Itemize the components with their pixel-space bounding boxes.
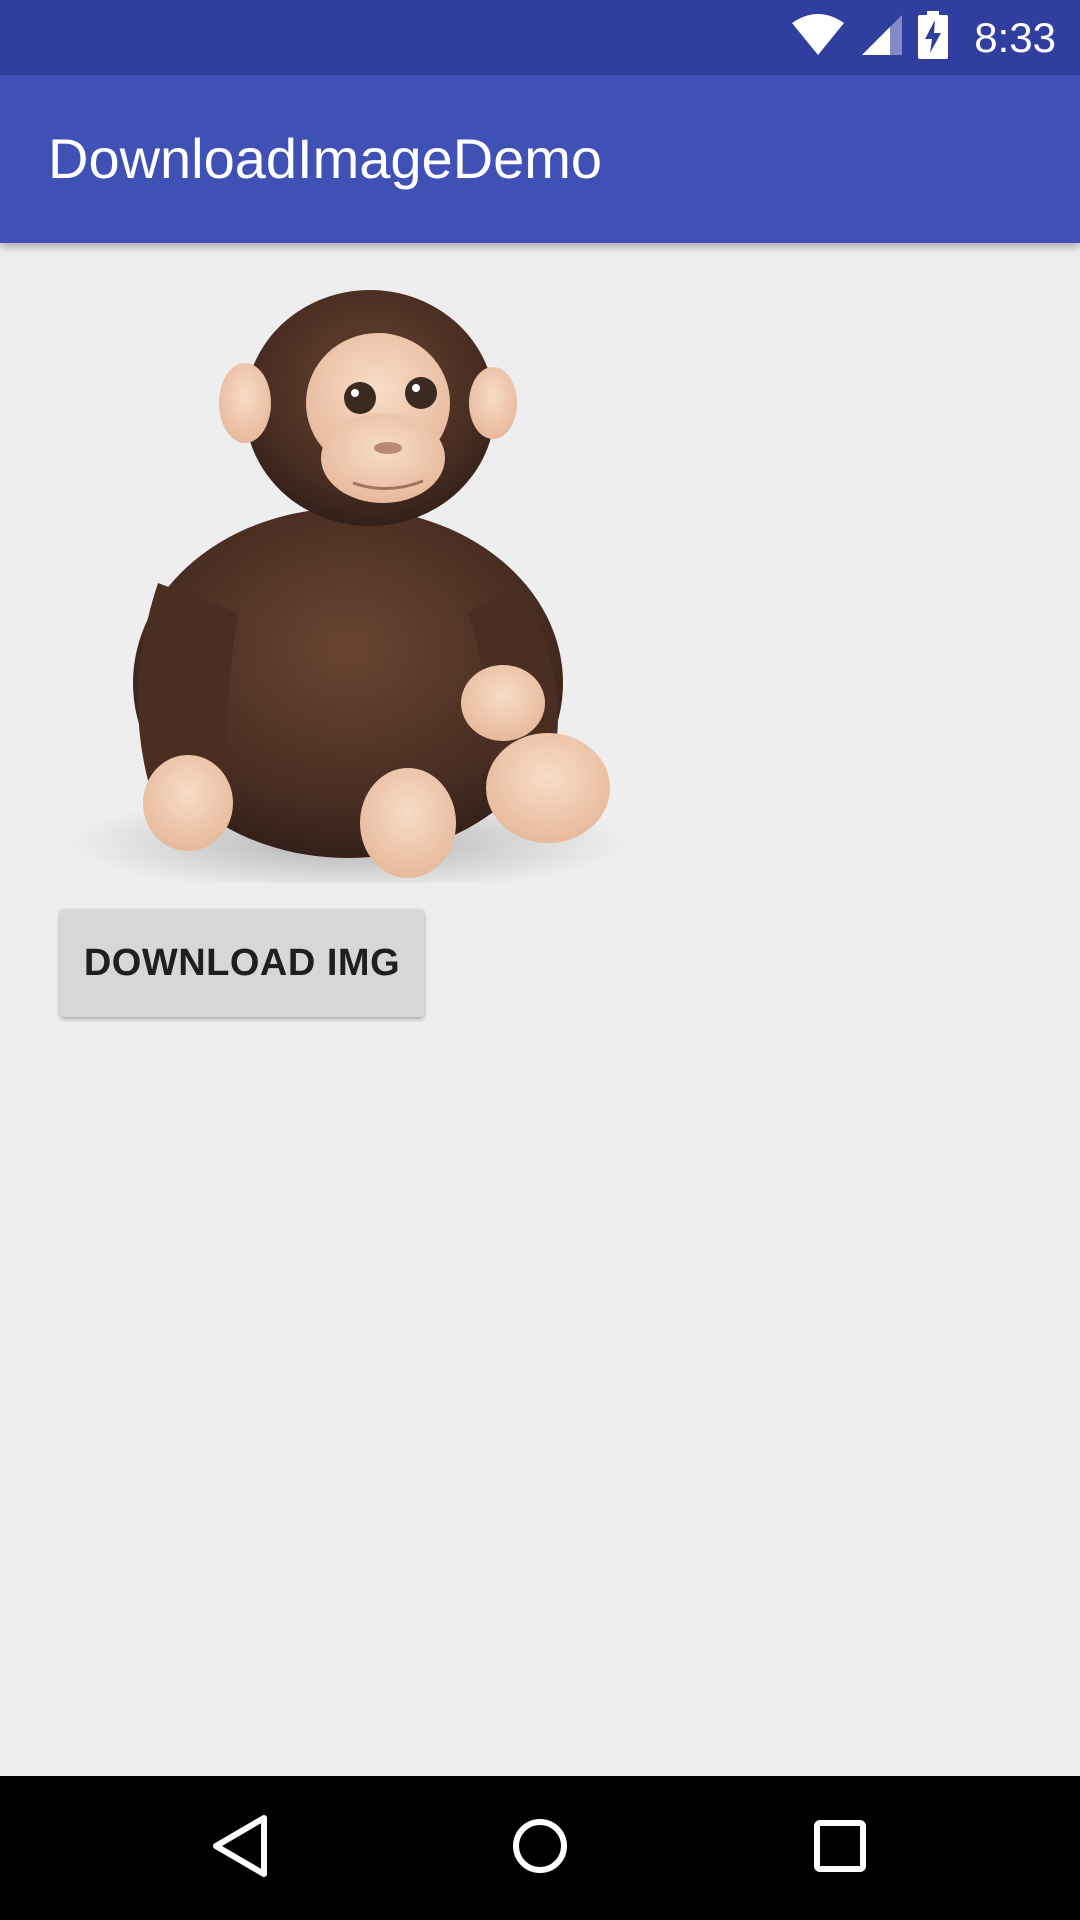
home-button[interactable] bbox=[460, 1776, 620, 1920]
recents-button[interactable] bbox=[760, 1776, 920, 1920]
app-title: DownloadImageDemo bbox=[48, 127, 603, 190]
status-time: 8:33 bbox=[974, 13, 1056, 61]
battery-charging-icon bbox=[918, 11, 949, 64]
wifi-icon bbox=[790, 13, 846, 62]
download-img-button[interactable]: DOWNLOAD IMG bbox=[60, 909, 424, 1017]
cellular-signal-icon bbox=[860, 13, 904, 62]
home-icon bbox=[510, 1816, 570, 1881]
back-button[interactable] bbox=[160, 1776, 320, 1920]
app-bar: DownloadImageDemo bbox=[0, 75, 1080, 243]
screen: 8:33 DownloadImageDemo DOWNLOAD IMG bbox=[0, 0, 1080, 1920]
back-icon bbox=[210, 1814, 270, 1883]
monkey-image bbox=[48, 283, 648, 893]
recents-icon bbox=[812, 1818, 868, 1879]
status-bar: 8:33 bbox=[0, 0, 1080, 75]
content-area: DOWNLOAD IMG bbox=[0, 243, 1080, 1776]
navigation-bar bbox=[0, 1776, 1080, 1920]
status-icons: 8:33 bbox=[790, 0, 1056, 75]
